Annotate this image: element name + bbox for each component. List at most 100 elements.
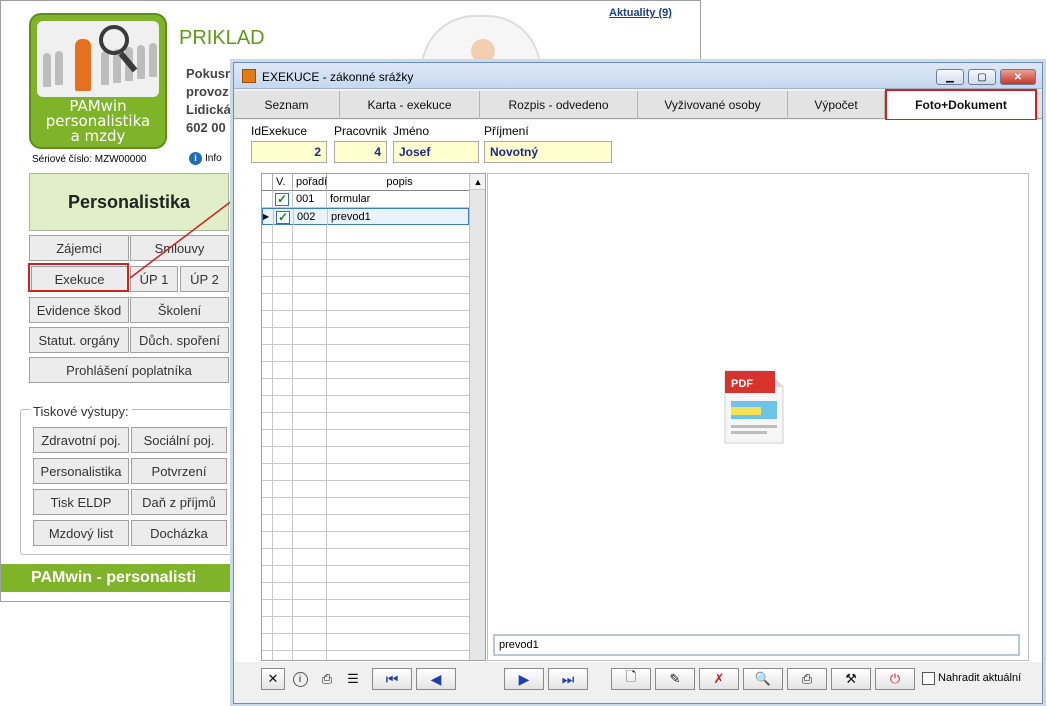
tab-vypocet[interactable]: Výpočet bbox=[788, 91, 885, 119]
print-personalistika-button[interactable]: Personalistika bbox=[33, 458, 129, 484]
empty-row bbox=[262, 583, 469, 600]
tools-button[interactable]: ⚒ bbox=[831, 668, 871, 690]
tab-bar: Seznam Karta - exekuce Rozpis - odvedeno… bbox=[234, 89, 1042, 121]
delete-x-button[interactable]: ✕ bbox=[261, 668, 285, 690]
prohlaseni-button[interactable]: Prohlášení poplatníka bbox=[29, 357, 229, 383]
tab-foto-dokument[interactable]: Foto+Dokument bbox=[885, 89, 1037, 121]
people-logo-icon bbox=[37, 21, 159, 97]
serial-number: Sériové číslo: MZW00000 bbox=[32, 154, 147, 165]
delete-button[interactable]: ✗ bbox=[699, 668, 739, 690]
empty-row bbox=[262, 413, 469, 430]
next-icon: ▶ bbox=[518, 670, 530, 687]
delete-icon: ✗ bbox=[713, 671, 725, 686]
dochazka-button[interactable]: Docházka bbox=[131, 520, 227, 546]
skoleni-button[interactable]: Školení bbox=[130, 297, 229, 323]
company-address: Pokusn provoz Lidická 602 00 bbox=[186, 65, 233, 137]
prev-icon: ◀ bbox=[430, 670, 442, 687]
tab-vyzivovane-osoby[interactable]: Vyživované osoby bbox=[638, 91, 788, 119]
empty-row bbox=[262, 277, 469, 294]
col-header-v[interactable]: V. bbox=[273, 174, 293, 191]
info-icon: i bbox=[292, 671, 308, 687]
grid-header: V. pořadí popis bbox=[262, 174, 469, 191]
document-name-field[interactable]: prevod1 bbox=[493, 634, 1020, 656]
pamwin-logo: PAMwin personalistika a mzdy bbox=[29, 13, 167, 149]
view-button[interactable]: 🔍 bbox=[743, 668, 783, 690]
zdravotni-poj-button[interactable]: Zdravotní poj. bbox=[33, 427, 129, 453]
pracovnik-field[interactable]: 4 bbox=[334, 141, 387, 163]
up1-button[interactable]: ÚP 1 bbox=[130, 266, 178, 292]
first-record-button[interactable]: ⏮ bbox=[372, 668, 412, 690]
socialni-poj-button[interactable]: Sociální poj. bbox=[131, 427, 227, 453]
edit-icon: ✎ bbox=[669, 671, 681, 686]
empty-row bbox=[262, 464, 469, 481]
minimize-button[interactable]: ▁ bbox=[936, 69, 964, 85]
empty-row bbox=[262, 634, 469, 651]
empty-row bbox=[262, 481, 469, 498]
maximize-button[interactable]: ▢ bbox=[968, 69, 996, 85]
jmeno-field[interactable]: Josef bbox=[393, 141, 479, 163]
tab-seznam[interactable]: Seznam bbox=[234, 91, 340, 119]
mzdovy-list-button[interactable]: Mzdový list bbox=[33, 520, 129, 546]
evidence-skod-button[interactable]: Evidence škod bbox=[29, 297, 129, 323]
scanner-button[interactable]: ⎙ bbox=[316, 668, 338, 690]
duch-sporeni-button[interactable]: Důch. spoření bbox=[130, 327, 229, 353]
personalistika-section-button[interactable]: Personalistika bbox=[29, 173, 229, 231]
company-line: provoz bbox=[186, 84, 229, 99]
info-tool-button[interactable]: i bbox=[289, 668, 311, 690]
info-button[interactable]: i Info bbox=[189, 152, 222, 165]
close-x-icon: ✕ bbox=[267, 671, 279, 686]
replace-current-checkbox[interactable] bbox=[922, 672, 935, 685]
close-button[interactable]: ✕ bbox=[1000, 69, 1036, 85]
pdf-file-icon[interactable]: PDF bbox=[723, 369, 785, 445]
foto-dokument-panel: IdExekuce 2 Pracovnik 4 Jméno Josef Příj… bbox=[234, 120, 1042, 662]
new-document-button[interactable]: 🗋 bbox=[611, 668, 651, 690]
close-icon: ✕ bbox=[1013, 71, 1023, 83]
document-preview: PDF prevod1 bbox=[487, 173, 1029, 661]
tab-karta-exekuce[interactable]: Karta - exekuce bbox=[340, 91, 480, 119]
empty-row bbox=[262, 617, 469, 634]
empty-row bbox=[262, 243, 469, 260]
prijmeni-field[interactable]: Novotný bbox=[484, 141, 612, 163]
col-header-poradi[interactable]: pořadí bbox=[293, 174, 327, 191]
scroll-up-icon[interactable]: ▲ bbox=[470, 174, 485, 190]
user-photo-icon bbox=[421, 15, 541, 69]
dialog-title: EXEKUCE - zákonné srážky bbox=[262, 70, 414, 84]
id-exekuce-label: IdExekuce bbox=[251, 124, 308, 138]
print-button[interactable]: ⎙ bbox=[787, 668, 827, 690]
empty-row bbox=[262, 328, 469, 345]
power-icon: ⏻ bbox=[889, 671, 901, 686]
table-row[interactable]: ✓ 001 formular bbox=[262, 191, 469, 208]
pracovnik-label: Pracovnik bbox=[334, 124, 387, 138]
last-record-button[interactable]: ⏭ bbox=[548, 668, 588, 690]
empty-row bbox=[262, 345, 469, 362]
tab-rozpis-odvedeno[interactable]: Rozpis - odvedeno bbox=[480, 91, 638, 119]
maximize-icon: ▢ bbox=[977, 71, 987, 83]
smlouvy-button[interactable]: Smlouvy bbox=[130, 235, 229, 261]
dan-z-prijmu-button[interactable]: Daň z příjmů bbox=[131, 489, 227, 515]
potvrzeni-button[interactable]: Potvrzení bbox=[131, 458, 227, 484]
up2-button[interactable]: ÚP 2 bbox=[180, 266, 229, 292]
dialog-titlebar[interactable]: EXEKUCE - zákonné srážky ▁ ▢ ✕ bbox=[234, 63, 1042, 89]
empty-row bbox=[262, 396, 469, 413]
zajemci-button[interactable]: Zájemci bbox=[29, 235, 129, 261]
empty-row bbox=[262, 430, 469, 447]
row-poradi: 001 bbox=[293, 191, 327, 207]
col-header-popis[interactable]: popis bbox=[327, 174, 469, 191]
info-label: Info bbox=[205, 153, 222, 164]
menu-button[interactable]: ☰ bbox=[342, 668, 364, 690]
statut-organy-button[interactable]: Statut. orgány bbox=[29, 327, 129, 353]
next-record-button[interactable]: ▶ bbox=[504, 668, 544, 690]
row-pointer-icon: ▶ bbox=[263, 209, 274, 225]
tisk-eldp-button[interactable]: Tisk ELDP bbox=[33, 489, 129, 515]
table-row-selected[interactable]: ▶ ✓ 002 prevod1 bbox=[262, 208, 469, 225]
grid-scrollbar[interactable]: ▲ bbox=[469, 174, 485, 660]
exit-button[interactable]: ⏻ bbox=[875, 668, 915, 690]
id-exekuce-field[interactable]: 2 bbox=[251, 141, 327, 163]
prev-record-button[interactable]: ◀ bbox=[416, 668, 456, 690]
edit-button[interactable]: ✎ bbox=[655, 668, 695, 690]
empty-row bbox=[262, 362, 469, 379]
jmeno-label: Jméno bbox=[393, 124, 430, 138]
news-link[interactable]: Aktuality (9) bbox=[609, 7, 672, 19]
info-icon: i bbox=[189, 152, 202, 165]
documents-grid: V. pořadí popis ✓ 001 formular ▶ ✓ 002 p… bbox=[261, 173, 486, 661]
